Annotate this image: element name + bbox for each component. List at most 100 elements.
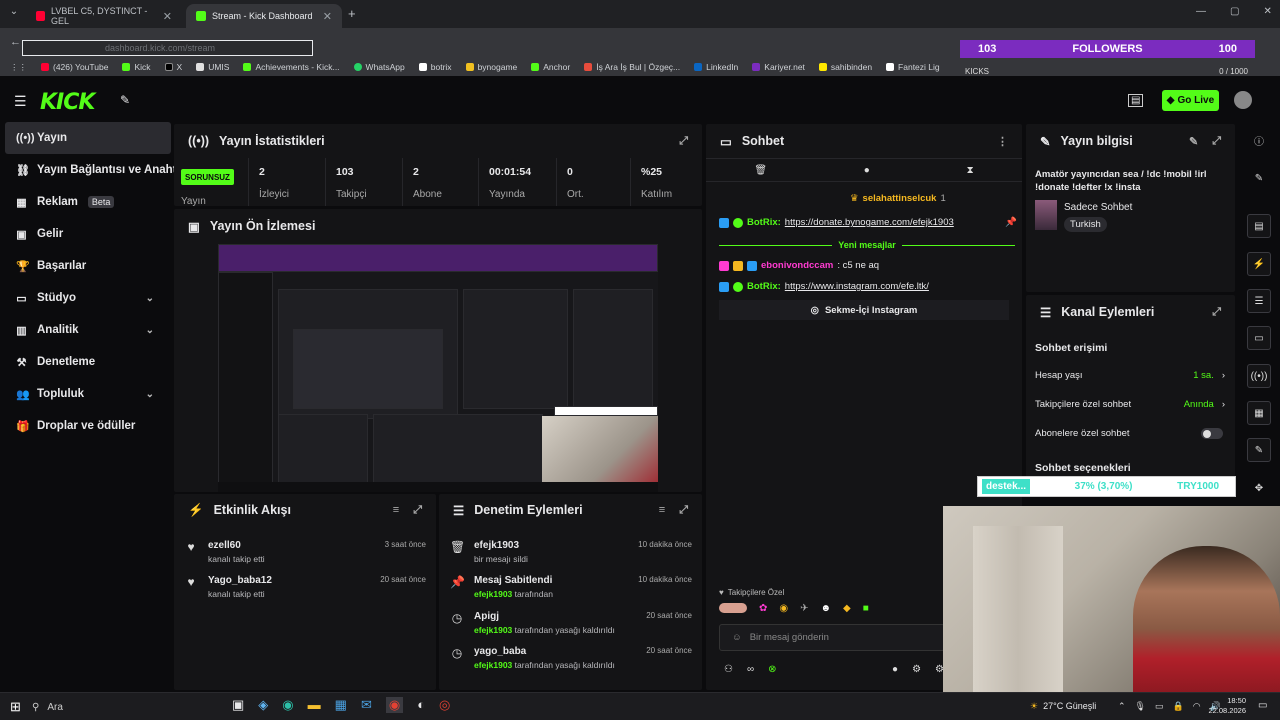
popout-icon[interactable]: ⤢ [679,135,688,148]
browser-tab[interactable]: LVBEL C5, DYSTINCT - GEL ✕ [26,4,182,28]
chat-input[interactable]: ☺ Bir mesaj gönderin [719,624,945,651]
windows-start-icon[interactable]: ⊞ [10,699,21,715]
emote[interactable] [719,603,747,613]
sidebar-item-yayin[interactable]: ((•)) Yayın [5,122,171,154]
kick-icon[interactable]: ✥ [1247,476,1271,500]
chat-bubble-icon[interactable]: ● [864,165,870,176]
setting-row[interactable]: Hesap yaşı 1 sa. › [1035,370,1225,381]
weather-widget[interactable]: ☀ 27°C Güneşli [1030,701,1096,712]
emoji-icon[interactable]: ☺ [732,632,742,643]
copilot-icon[interactable]: ◈ [258,697,268,713]
pin-icon[interactable]: 📌 [1005,217,1017,228]
bookmark[interactable]: X [164,62,182,72]
avatar[interactable] [1234,91,1252,109]
sidebar-item-topluluk[interactable]: 👥 Topluluk ⌄ [0,378,166,410]
sidebar-item-stream-key[interactable]: ⛓ Yayın Bağlantısı ve Anahtar [0,154,187,186]
back-icon[interactable]: ← [10,36,21,48]
info-icon[interactable]: ⓘ [1247,128,1271,152]
mail-icon[interactable]: ✉ [361,697,372,713]
bookmark[interactable]: botrix [418,62,452,72]
sidebar-item-gelir[interactable]: ▣ Gelir [0,218,166,250]
popout-instagram-button[interactable]: ◎ Sekme-İçi Instagram [719,300,1009,320]
kick-logo[interactable]: KICK [40,90,95,115]
filter-icon[interactable]: ≡ [659,504,665,517]
window-controls[interactable]: — ▢ ✕ [1196,6,1272,17]
bookmark[interactable]: sahibinden [818,62,872,72]
edge-icon[interactable]: ◉ [282,697,293,713]
gear-icon[interactable]: ⚙ [912,664,921,675]
infinity-icon[interactable]: ∞ [747,664,754,675]
notification-icon[interactable]: ▭ [1258,700,1267,711]
filter-icon[interactable]: ≡ [393,504,399,517]
bookmark[interactable]: Achievements - Kick... [243,62,340,72]
emote[interactable]: ✿ [759,603,767,617]
subscribers-only-toggle[interactable] [1201,428,1223,439]
bookmark[interactable]: WhatsApp [353,62,405,72]
bookmark[interactable]: Anchor [531,62,570,72]
close-window-icon[interactable]: ✕ [1263,6,1271,17]
edit-icon[interactable]: ✎ [1189,135,1198,148]
bookmark[interactable]: İş Ara İş Bul | Özgeç... [584,62,680,72]
stream-preview-video[interactable] [218,244,658,492]
close-icon[interactable]: ✕ [323,10,332,23]
pin-icon[interactable]: ✎ [120,93,130,107]
clips-icon[interactable]: ▤ [1247,214,1271,238]
popout-icon[interactable]: ⤢ [1212,135,1221,148]
bookmark[interactable]: Fantezi Lig [886,62,940,72]
sidebar-item-basarilar[interactable]: 🏆 Başarılar [0,250,166,282]
obs-icon[interactable]: ◐ [417,697,425,713]
emote[interactable]: ☻ [821,603,832,617]
task-view-icon[interactable]: ▣ [232,697,244,713]
file-explorer-icon[interactable]: ▬ [308,697,321,713]
maximize-icon[interactable]: ▢ [1230,6,1239,17]
popout-icon[interactable]: ⤢ [679,504,688,517]
chat-icon[interactable]: ▭ [1247,326,1271,350]
minimize-icon[interactable]: — [1196,6,1206,17]
sidebar-item-droplar[interactable]: 🎁 Droplar ve ödüller [0,410,166,442]
stack-icon[interactable]: ▦ [1247,401,1271,425]
go-live-button[interactable]: ◆ Go Live [1162,90,1219,111]
store-icon[interactable]: ▦ [335,697,347,713]
sidebar-item-analitik[interactable]: ▥ Analitik ⌄ [0,314,166,346]
browser-tab-active[interactable]: Stream - Kick Dashboard ✕ [186,4,342,28]
apps-icon[interactable]: ⋮⋮ [10,62,27,73]
chat-link[interactable]: https://donate.bynogame.com/efejk1903 [785,217,954,228]
emote[interactable]: ◉ [779,603,788,617]
new-tab-button[interactable]: + [348,6,356,21]
chrome-icon[interactable]: ◉ [385,697,404,713]
emote[interactable]: ✈ [800,603,808,617]
tag-chip[interactable]: Turkish [1064,217,1107,232]
chat-bubble-icon[interactable]: ● [892,664,898,675]
popout-icon[interactable]: ⤢ [413,504,422,517]
lightning-icon[interactable]: ⚡ [1247,252,1271,276]
bookmark[interactable]: (426) YouTube [41,62,108,72]
setting-row[interactable]: Takipçilere özel sohbet Anında › [1035,399,1225,410]
category-name[interactable]: Sadece Sohbet [1064,202,1132,213]
sidebar-item-denetleme[interactable]: ⚒ Denetleme [0,346,166,378]
app-icon[interactable]: ◎ [439,697,450,713]
users-icon[interactable]: ⚇ [724,664,733,675]
popout-icon[interactable]: ⤢ [1212,306,1221,319]
bookmark[interactable]: UMIS [196,62,229,72]
bookmark[interactable]: Kick [122,62,151,72]
kick-emote-icon[interactable]: ⊗ [768,664,776,675]
broadcast-icon[interactable]: ((•)) [1247,364,1271,388]
clips-icon[interactable]: ▤ [1128,94,1144,107]
list-icon[interactable]: ☰ [1247,289,1271,313]
trash-icon[interactable]: 🗑 [754,165,767,176]
close-icon[interactable]: ✕ [163,10,172,23]
url-input[interactable]: dashboard.kick.com/stream [22,40,313,56]
menu-icon[interactable]: ☰ [14,93,27,110]
sidebar-item-reklam[interactable]: ▦ Reklam Beta [0,186,166,218]
clock[interactable]: 18:50 22.08.2026 [1202,696,1246,716]
emote[interactable]: ■ [863,603,869,617]
bookmark[interactable]: Kariyer.net [752,62,805,72]
more-icon[interactable]: ⋮ [997,135,1008,148]
edit-icon[interactable]: ✎ [1247,166,1271,190]
emote[interactable]: ◆ [843,603,851,617]
chat-link[interactable]: https://www.instagram.com/efe.ltk/ [785,281,929,292]
hourglass-icon[interactable]: ⧗ [967,165,974,176]
wrench-icon[interactable]: ✎ [1247,438,1271,462]
bookmark[interactable]: LinkedIn [694,62,738,72]
sidebar-item-studyo[interactable]: ▭ Stüdyo ⌄ [0,282,166,314]
